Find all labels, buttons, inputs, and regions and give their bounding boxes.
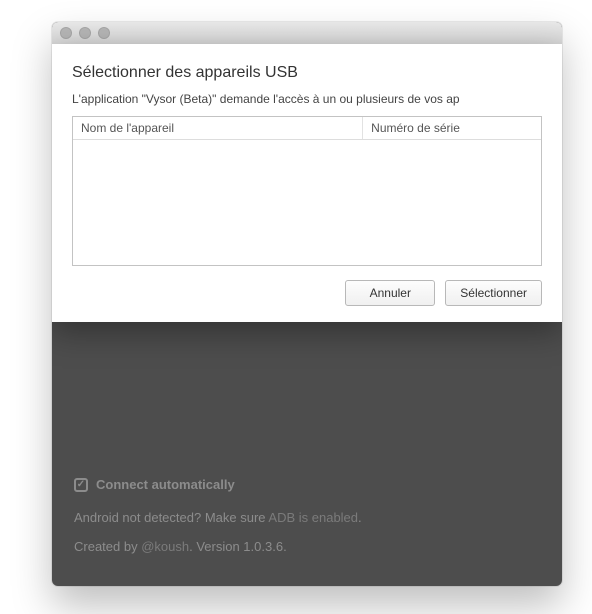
version-suffix: . [283, 539, 287, 554]
titlebar [52, 22, 562, 44]
modal-overlay: Sélectionner des appareils USB L'applica… [52, 44, 562, 322]
app-window: ✓ Connect automatically Android not dete… [52, 22, 562, 586]
version-number: 1.0.3.6 [243, 539, 283, 554]
zoom-icon[interactable] [98, 27, 110, 39]
device-table-header: Nom de l'appareil Numéro de série [73, 117, 541, 140]
adb-hint-line: Android not detected? Make sure ADB is e… [74, 510, 540, 525]
version-prefix: . Version [189, 539, 243, 554]
connect-auto-row[interactable]: ✓ Connect automatically [74, 477, 540, 492]
author-link[interactable]: @koush [141, 539, 189, 554]
credits-line: Created by @koush. Version 1.0.3.6. [74, 539, 540, 554]
device-table[interactable]: Nom de l'appareil Numéro de série [72, 116, 542, 266]
close-icon[interactable] [60, 27, 72, 39]
column-device-name[interactable]: Nom de l'appareil [73, 117, 363, 139]
adb-enabled-link[interactable]: ADB is enabled [268, 510, 358, 525]
dialog-buttons: Annuler Sélectionner [72, 280, 542, 306]
select-button[interactable]: Sélectionner [445, 280, 542, 306]
dialog-subtitle: L'application "Vysor (Beta)" demande l'a… [72, 92, 542, 106]
dialog-title: Sélectionner des appareils USB [72, 64, 542, 82]
connect-auto-label: Connect automatically [96, 477, 235, 492]
adb-hint-suffix: . [358, 510, 362, 525]
background-panel: ✓ Connect automatically Android not dete… [52, 459, 562, 586]
checkbox-checked-icon[interactable]: ✓ [74, 478, 88, 492]
device-table-body[interactable] [73, 140, 541, 265]
created-by-prefix: Created by [74, 539, 141, 554]
cancel-button[interactable]: Annuler [345, 280, 435, 306]
adb-hint-prefix: Android not detected? Make sure [74, 510, 268, 525]
usb-device-dialog: Sélectionner des appareils USB L'applica… [52, 44, 562, 322]
column-serial-number[interactable]: Numéro de série [363, 117, 541, 139]
minimize-icon[interactable] [79, 27, 91, 39]
